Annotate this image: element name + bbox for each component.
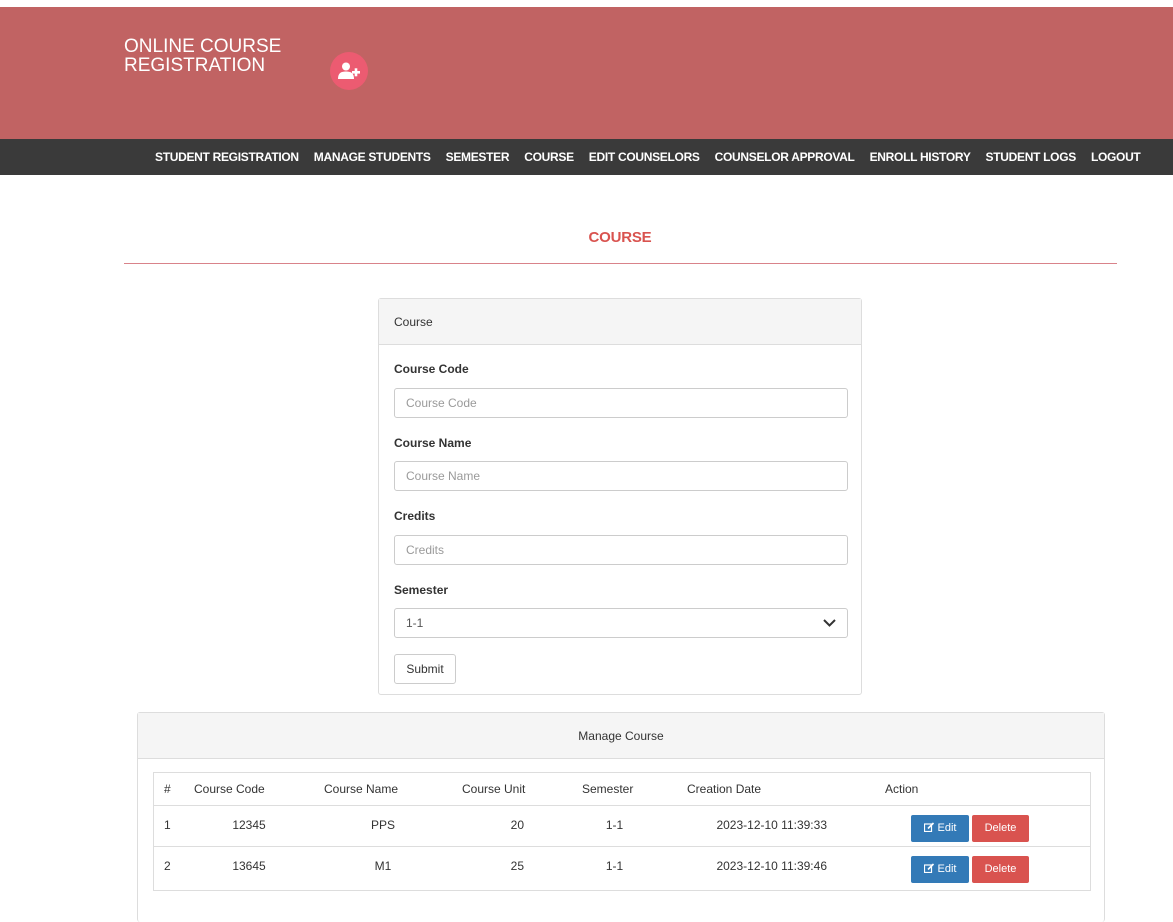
column-header-creation-date: Creation Date bbox=[677, 773, 875, 806]
semester-label: Semester bbox=[394, 583, 449, 597]
site-title-line2: REGISTRATION bbox=[124, 55, 266, 76]
delete-button[interactable]: Delete bbox=[972, 814, 1029, 842]
nav-edit-counselors[interactable]: EDIT COUNSELORS bbox=[589, 150, 700, 164]
cell-course-unit: 20 bbox=[452, 805, 572, 847]
edit-button[interactable]: Edit bbox=[911, 855, 969, 883]
nav-enroll-history[interactable]: ENROLL HISTORY bbox=[870, 150, 971, 164]
course-form-panel: Course Course Code Course Name Credits S… bbox=[378, 298, 862, 695]
course-code-input[interactable] bbox=[394, 388, 848, 418]
cell-course-code: 12345 bbox=[184, 805, 314, 847]
column-header-course-code: Course Code bbox=[184, 773, 314, 806]
credits-input[interactable] bbox=[394, 535, 848, 565]
course-table: # Course Code Course Name Course Unit Se… bbox=[154, 773, 1090, 890]
top-band bbox=[0, 0, 1173, 7]
cell-creation-date: 2023-12-10 11:39:33 bbox=[677, 805, 875, 847]
cell-semester: 1-1 bbox=[605, 858, 624, 873]
user-plus-icon bbox=[330, 52, 368, 90]
nav-manage-students[interactable]: MANAGE STUDENTS bbox=[314, 150, 431, 164]
nav-course[interactable]: COURSE bbox=[524, 150, 574, 164]
site-header: ONLINE COURSE REGISTRATION bbox=[0, 7, 1173, 139]
edit-icon bbox=[923, 821, 935, 835]
title-divider bbox=[124, 263, 1117, 264]
column-header-number: # bbox=[154, 773, 184, 806]
nav-student-logs[interactable]: STUDENT LOGS bbox=[986, 150, 1077, 164]
submit-button[interactable]: Submit bbox=[394, 654, 456, 684]
course-form-heading: Course bbox=[379, 299, 861, 345]
cell-number: 2 bbox=[164, 858, 171, 873]
course-table-wrapper: # Course Code Course Name Course Unit Se… bbox=[153, 772, 1091, 891]
manage-course-heading: Manage Course bbox=[138, 713, 1104, 759]
nav-semester[interactable]: SEMESTER bbox=[446, 150, 510, 164]
column-header-course-unit: Course Unit bbox=[452, 773, 572, 806]
main-nav: STUDENT REGISTRATION MANAGE STUDENTS SEM… bbox=[0, 139, 1173, 175]
credits-label: Credits bbox=[394, 509, 436, 523]
cell-creation-date: 2023-12-10 11:39:46 bbox=[716, 858, 827, 873]
table-row: 2 13645 M1 25 1-1 2023-12-10 11:39:46 Ed… bbox=[154, 846, 1090, 890]
edit-button-label: Edit bbox=[937, 822, 957, 834]
nav-items: STUDENT REGISTRATION MANAGE STUDENTS SEM… bbox=[155, 139, 1155, 175]
nav-logout[interactable]: LOGOUT bbox=[1091, 150, 1141, 164]
manage-course-panel: Manage Course # Course Code Course Name … bbox=[137, 712, 1105, 922]
semester-select[interactable]: 1-1 bbox=[394, 608, 848, 638]
site-title[interactable]: ONLINE COURSE REGISTRATION bbox=[124, 37, 314, 75]
edit-button-label: Edit bbox=[937, 863, 957, 875]
nav-counselor-approval[interactable]: COUNSELOR APPROVAL bbox=[715, 150, 855, 164]
cell-course-name: M1 bbox=[374, 858, 392, 873]
chevron-down-icon bbox=[823, 616, 836, 630]
cell-course-code: 13645 bbox=[232, 858, 266, 873]
course-name-input[interactable] bbox=[394, 461, 848, 491]
cell-course-unit: 25 bbox=[510, 858, 524, 873]
course-code-label: Course Code bbox=[394, 362, 469, 376]
page-title: COURSE bbox=[588, 229, 652, 246]
cell-action: Edit Delete bbox=[875, 805, 1090, 847]
column-header-semester: Semester bbox=[572, 773, 677, 806]
column-header-action: Action bbox=[875, 773, 1090, 806]
column-header-course-name: Course Name bbox=[314, 773, 452, 806]
table-row: 1 12345 PPS 20 1-1 2023-12-10 11:39:33 E… bbox=[154, 805, 1090, 847]
site-title-line1: ONLINE COURSE bbox=[124, 36, 282, 57]
table-header-row: # Course Code Course Name Course Unit Se… bbox=[154, 773, 1090, 806]
cell-semester: 1-1 bbox=[572, 805, 677, 847]
cell-action: Edit Delete bbox=[875, 846, 1090, 890]
cell-number: 1 bbox=[154, 805, 184, 847]
cell-course-name: PPS bbox=[314, 805, 452, 847]
course-name-label: Course Name bbox=[394, 436, 472, 450]
nav-student-registration[interactable]: STUDENT REGISTRATION bbox=[155, 150, 299, 164]
edit-icon bbox=[923, 862, 935, 876]
edit-button[interactable]: Edit bbox=[911, 814, 969, 842]
semester-select-value: 1-1 bbox=[406, 616, 424, 630]
delete-button[interactable]: Delete bbox=[972, 855, 1029, 883]
